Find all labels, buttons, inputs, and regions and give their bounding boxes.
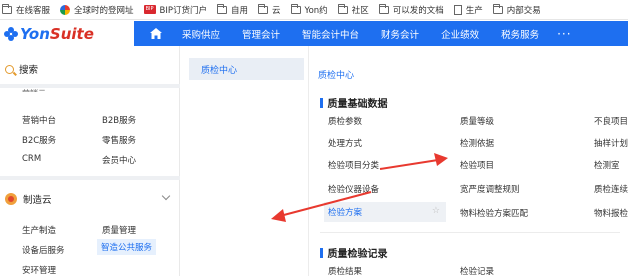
sidebar-item-quality-management[interactable]: 质量管理 (102, 224, 136, 236)
pinwheel-icon (60, 4, 71, 15)
chevron-down-icon[interactable] (161, 191, 171, 201)
bookmark-yon[interactable]: Yon约 (290, 3, 328, 16)
folder-icon (258, 3, 269, 14)
section-quality-base-data: 质量基础数据 (320, 95, 388, 110)
star-icon[interactable]: ☆ (432, 206, 440, 216)
logo-suite-text: Suite (49, 24, 94, 43)
sub-menu-column: 质检中心 (181, 46, 309, 276)
manufacturing-cloud-title: 制造云 (23, 195, 52, 206)
yonsuite-logo[interactable]: YonSuite (0, 21, 134, 46)
entry-inspection-item[interactable]: 检验项目 (460, 159, 494, 171)
sidebar-item-smart-public-service[interactable]: 智造公共服务 (97, 239, 157, 255)
logo-yon-text: Yon (20, 24, 50, 43)
nav-performance[interactable]: 企业绩效 (441, 27, 479, 41)
entry-test-room[interactable]: 检测室 (594, 159, 620, 171)
bip-icon: BIP (143, 5, 156, 14)
folder-icon (2, 3, 12, 14)
entry-handling-method[interactable]: 处理方式 (328, 137, 362, 149)
entry-defect-item[interactable]: 不良项目 (594, 115, 628, 127)
nav-procurement[interactable]: 采购供应 (182, 27, 220, 41)
sidebar-item-after-service[interactable]: 设备后服务 (22, 244, 65, 256)
sidebar-divider (0, 176, 180, 180)
sidebar-item-production[interactable]: 生产制造 (22, 224, 56, 236)
search-label: 搜索 (19, 65, 39, 76)
home-icon[interactable] (150, 28, 162, 39)
sidebar-item-b2c[interactable]: B2C服务 (22, 134, 56, 146)
section-quality-inspection-records: 质量检验记录 (320, 245, 388, 260)
nav-tax-service[interactable]: 税务服务 (501, 27, 539, 41)
entry-quality-continuous[interactable]: 质检连续 (594, 183, 628, 195)
folder-icon (378, 3, 389, 14)
marketing-cloud-title: 营销云 (22, 88, 46, 92)
sidebar-item-safety-env[interactable]: 安环管理 (22, 264, 56, 276)
entry-inspection-item-category[interactable]: 检验项目分类 (328, 159, 379, 171)
entry-quality-grade[interactable]: 质量等级 (460, 115, 494, 127)
entry-inspection-plan[interactable]: 检验方案 ☆ (324, 202, 446, 222)
bookmark-self-use[interactable]: 自用 (217, 3, 248, 16)
sidebar-item-b2b[interactable]: B2B服务 (102, 114, 136, 126)
entry-inspection-instrument[interactable]: 检验仪器设备 (328, 183, 379, 195)
bookmark-community[interactable]: 社区 (337, 3, 369, 16)
sidebar-item-crm[interactable]: CRM (22, 154, 41, 164)
entry-test-basis[interactable]: 检测依据 (460, 137, 494, 149)
section-divider (320, 232, 620, 233)
folder-icon (217, 3, 227, 14)
sidebar-item-retail[interactable]: 零售服务 (102, 134, 136, 146)
sidebar-item-member-center[interactable]: 会员中心 (102, 154, 136, 166)
more-menu-icon[interactable]: ··· (557, 27, 571, 41)
logo-mark-icon (4, 26, 18, 41)
manufacturing-cloud-header[interactable]: 制造云 (5, 192, 52, 206)
entry-sampling-plan[interactable]: 抽样计划 (594, 137, 628, 149)
bookmark-bip-portal[interactable]: BIP BIP订货门户 (143, 4, 207, 16)
sidebar-item-marketing-hub[interactable]: 营销中台 (22, 114, 56, 126)
document-icon (453, 4, 462, 15)
sub-menu-item-quality-center[interactable]: 质检中心 (189, 58, 304, 80)
bookmark-production[interactable]: 生产 (453, 4, 483, 16)
nav-financial-accounting[interactable]: 财务会计 (381, 27, 419, 41)
search-box[interactable]: 搜索 (5, 62, 38, 76)
manufacturing-cloud-icon (5, 193, 17, 205)
entry-inspection-params[interactable]: 质检参数 (328, 115, 362, 127)
main-content: 质检中心 质量基础数据 质检参数 处理方式 检验项目分类 检验仪器设备 检验方案… (310, 46, 628, 276)
entry-inspection-result[interactable]: 质检结果 (328, 265, 362, 276)
folder-icon (492, 3, 503, 14)
top-nav: YonSuite 采购供应 管理会计 智能会计中台 财务会计 企业绩效 税务服务… (0, 21, 628, 46)
bookmark-global-login[interactable]: 全球时的登网址 (60, 4, 134, 16)
entry-material-report[interactable]: 物料报检 (594, 207, 628, 219)
folder-icon (290, 3, 301, 14)
bookmark-docs[interactable]: 可以发的文档 (378, 3, 444, 16)
bookmark-online-service[interactable]: 在线客服 (2, 3, 50, 16)
bookmark-cloud[interactable]: 云 (258, 3, 281, 16)
nav-smart-accounting[interactable]: 智能会计中台 (302, 27, 359, 41)
search-icon (5, 64, 14, 74)
folder-icon (337, 3, 348, 14)
bookmarks-bar: 在线客服 全球时的登网址 BIP BIP订货门户 自用 云 Yon约 社区 可以发… (0, 0, 628, 20)
entry-inspection-record[interactable]: 检验记录 (460, 265, 494, 276)
entry-severity-rule[interactable]: 宽严度调整规则 (460, 183, 520, 195)
bookmark-internal-trade[interactable]: 内部交易 (492, 3, 541, 16)
breadcrumb[interactable]: 质检中心 (318, 68, 354, 81)
left-sidebar: 搜索 营销云 营销中台 B2B服务 B2C服务 零售服务 CRM 会员中心 制造… (0, 46, 180, 276)
entry-material-plan-match[interactable]: 物料检验方案匹配 (460, 207, 528, 219)
nav-management-accounting[interactable]: 管理会计 (242, 27, 280, 41)
